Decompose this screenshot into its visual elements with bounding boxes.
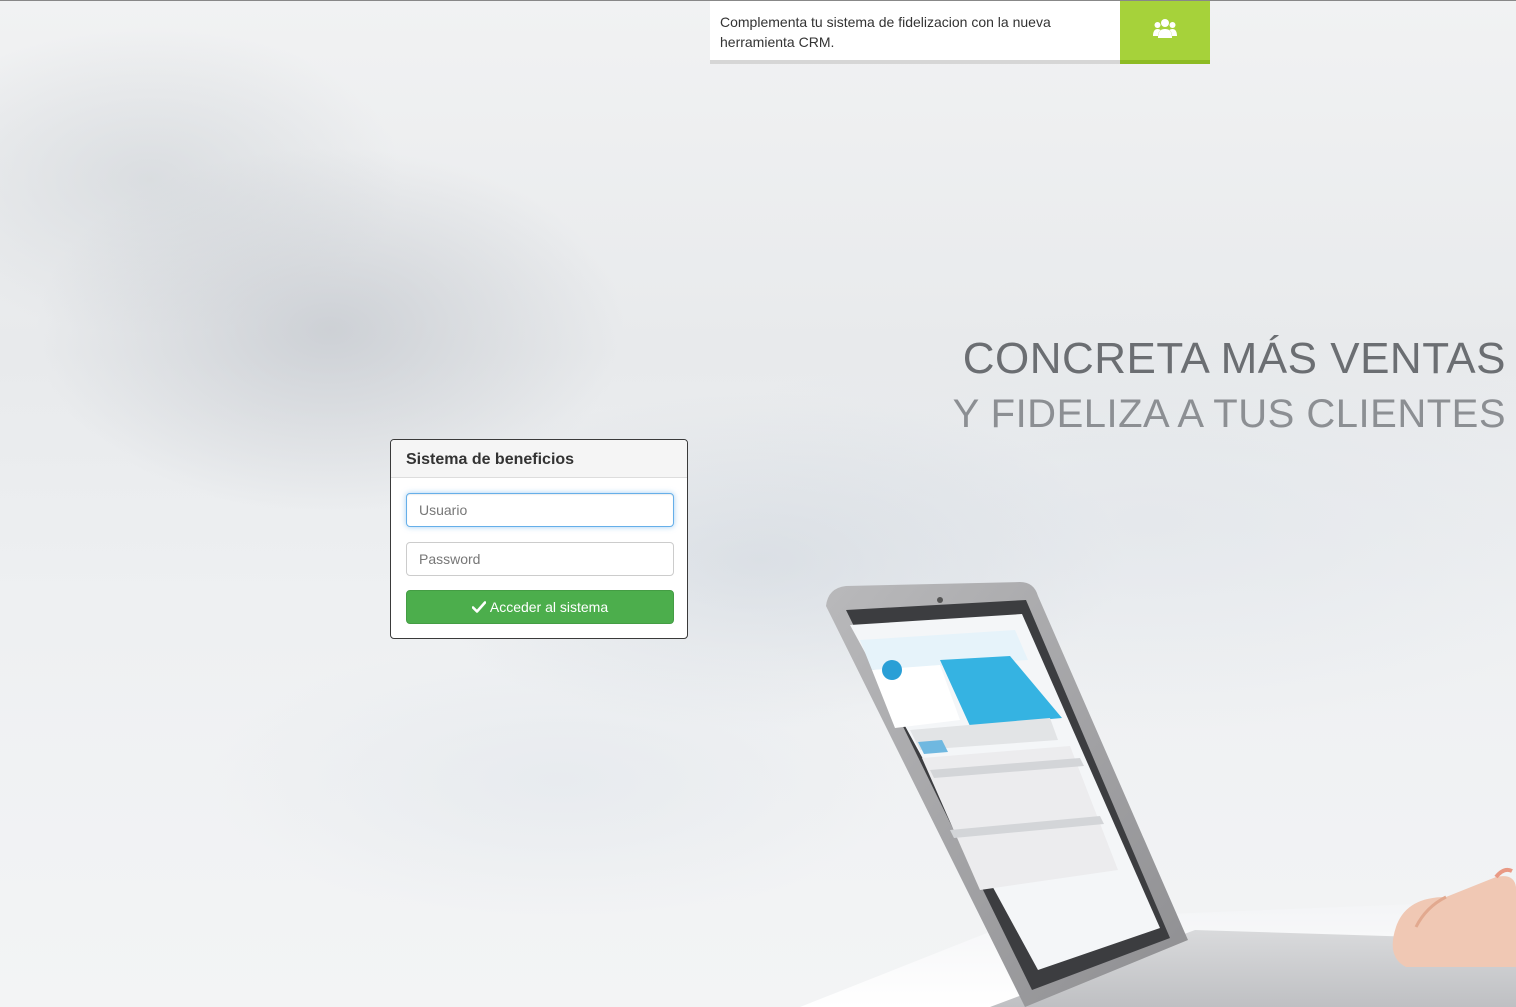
hand-illustration [1392, 867, 1516, 967]
password-input[interactable] [406, 542, 674, 576]
username-input[interactable] [406, 493, 674, 527]
login-panel: Sistema de beneficios Acceder al sistema [390, 439, 688, 639]
hero-headline: CONCRETA MÁS VENTAS [962, 334, 1506, 383]
crm-promo-text: Complementa tu sistema de fidelizacion c… [720, 14, 1051, 50]
login-submit-label: Acceder al sistema [489, 599, 609, 615]
users-icon [1153, 19, 1177, 38]
login-panel-title: Sistema de beneficios [391, 440, 687, 478]
crm-promo-button[interactable] [1120, 1, 1210, 64]
hero-subheadline: Y FIDELIZA A TUS CLIENTES [952, 392, 1506, 436]
crm-promo-banner[interactable]: Complementa tu sistema de fidelizacion c… [710, 1, 1210, 64]
promo-underline [710, 60, 1120, 64]
login-form: Acceder al sistema [391, 478, 687, 624]
login-submit-button[interactable]: Acceder al sistema [406, 590, 674, 624]
check-icon [471, 601, 486, 613]
promo-button-bar [1120, 60, 1210, 64]
